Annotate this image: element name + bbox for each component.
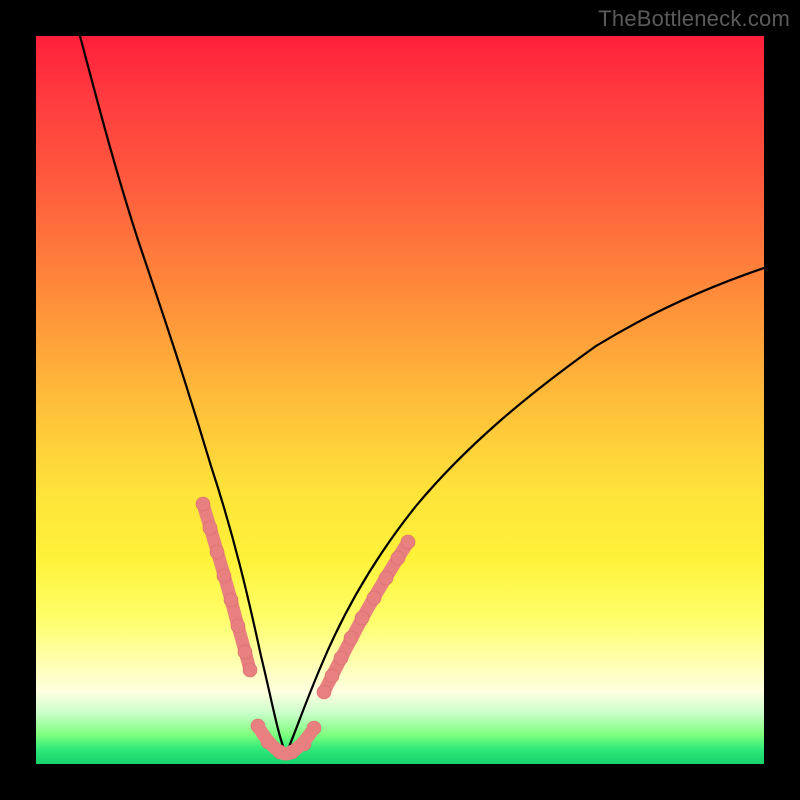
bottleneck-curve xyxy=(80,36,764,754)
bead xyxy=(203,521,217,535)
watermark-text: TheBottleneck.com xyxy=(598,6,790,32)
bead xyxy=(217,569,231,583)
bead xyxy=(243,663,257,677)
curve-layer xyxy=(36,36,764,764)
bead xyxy=(355,611,369,625)
bead xyxy=(224,593,238,607)
bead xyxy=(401,535,415,549)
bead xyxy=(367,591,381,605)
bead xyxy=(196,497,210,511)
bead xyxy=(334,651,348,665)
bead xyxy=(317,685,331,699)
plot-area xyxy=(36,36,764,764)
bead xyxy=(231,619,245,633)
bead xyxy=(210,545,224,559)
bead xyxy=(238,645,252,659)
bead xyxy=(391,551,405,565)
chart-frame: TheBottleneck.com xyxy=(0,0,800,800)
bead xyxy=(379,571,393,585)
bead xyxy=(325,669,339,683)
bead xyxy=(344,631,358,645)
